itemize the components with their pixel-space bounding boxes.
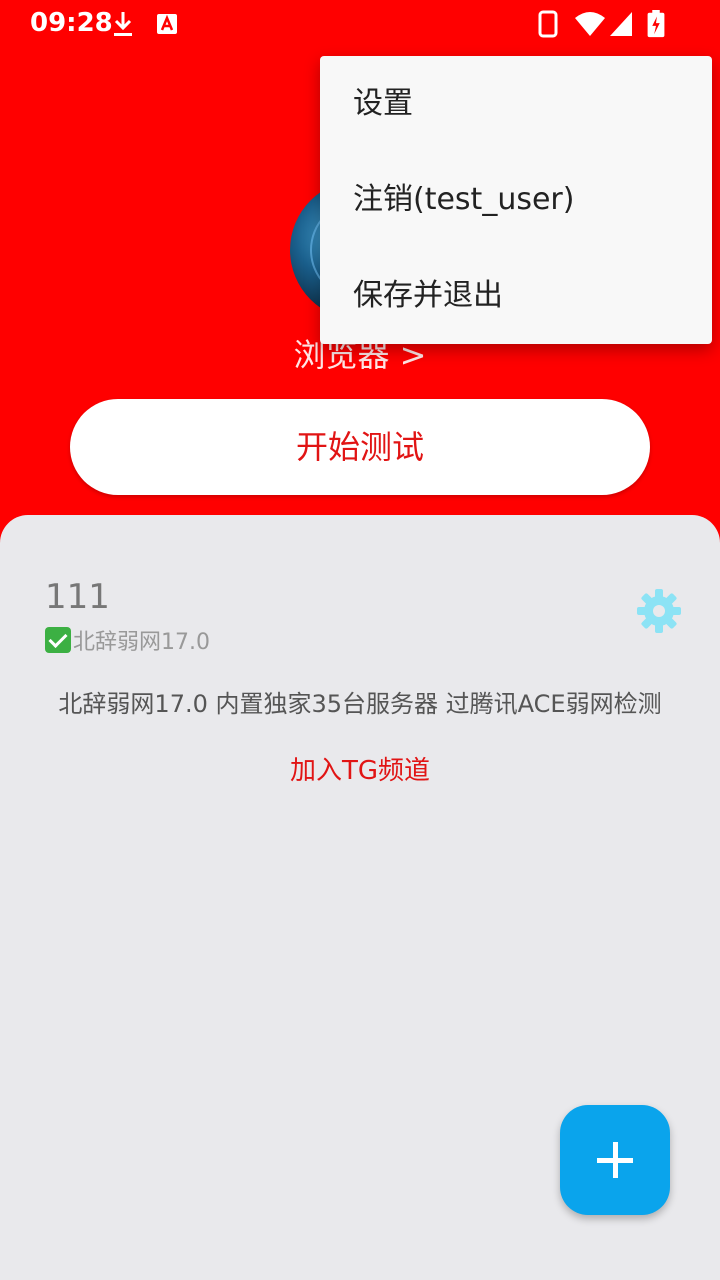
menu-item-logout[interactable]: 注销(test_user)	[353, 152, 693, 248]
phone-icon	[538, 10, 558, 38]
menu-item-settings[interactable]: 设置	[353, 56, 693, 152]
item-subtitle: 北辞弱网17.0	[45, 624, 210, 656]
item-description: 北辞弱网17.0 内置独家35台服务器 过腾讯ACE弱网检测	[58, 690, 662, 718]
overflow-menu: 设置 注销(test_user) 保存并退出	[320, 56, 712, 344]
item-title: 111	[45, 577, 110, 617]
text-a-icon	[157, 14, 177, 34]
signal-icon	[610, 12, 632, 36]
item-subtitle-text: 北辞弱网17.0	[73, 630, 210, 655]
status-time: 09:28	[30, 8, 113, 38]
add-button[interactable]	[560, 1105, 670, 1215]
gear-icon[interactable]	[636, 588, 682, 634]
battery-icon	[647, 10, 665, 38]
check-icon	[45, 627, 71, 653]
start-test-button[interactable]: 开始测试	[70, 399, 650, 495]
menu-item-save-exit[interactable]: 保存并退出	[353, 248, 693, 344]
status-bar: 09:28	[0, 0, 720, 48]
wifi-icon	[575, 12, 605, 36]
download-icon	[114, 12, 132, 36]
join-tg-link[interactable]: 加入TG频道	[0, 750, 720, 787]
